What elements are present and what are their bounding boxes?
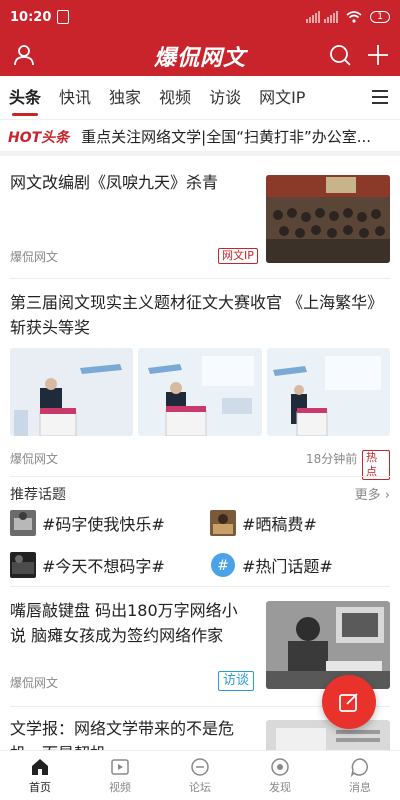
hot-tag: HOT头条 xyxy=(8,129,70,146)
news-source: 爆侃网文 xyxy=(10,676,59,690)
discover-icon xyxy=(271,757,289,776)
home-icon xyxy=(32,758,48,775)
wifi-icon xyxy=(346,11,362,23)
divider xyxy=(10,278,390,279)
chevron-right-icon: › xyxy=(384,488,390,503)
nav-label: 消息 xyxy=(349,780,371,794)
news-badge: 访谈 xyxy=(218,671,255,691)
svg-text:#: # xyxy=(217,558,229,574)
divider xyxy=(10,586,390,587)
signal-icon xyxy=(306,11,339,23)
tab-headlines[interactable]: 头条 xyxy=(0,76,50,120)
topics-more-link[interactable]: 更多 › xyxy=(355,484,390,503)
topic-item[interactable]: #晒稿费# xyxy=(210,510,317,536)
compose-button[interactable] xyxy=(322,675,376,729)
news-source: 爆侃网文 xyxy=(10,452,59,466)
tab-video[interactable]: 视频 xyxy=(150,76,200,120)
nav-label: 首页 xyxy=(29,780,51,794)
hot-headline-bar[interactable]: HOT头条 重点关注网络文学|全国“扫黄打非”办公室... xyxy=(0,122,400,156)
video-icon xyxy=(111,758,129,775)
tab-flash-news[interactable]: 快讯 xyxy=(50,76,100,120)
news-title: 网文改编剧《凤唳九天》杀青 xyxy=(10,173,219,192)
tab-exclusive[interactable]: 独家 xyxy=(100,76,150,120)
status-time: 10:20 xyxy=(10,9,52,25)
topics-more-label: 更多 xyxy=(354,488,381,503)
edit-icon xyxy=(339,693,358,712)
recommended-topics: 推荐话题 更多 › #码字使我快乐# #晒稿费# #今天不想码字# # #热门话… xyxy=(0,480,400,588)
news-thumbnail xyxy=(266,175,390,263)
topic-label: #码字使我快乐# xyxy=(42,515,165,534)
hashtag-icon: # xyxy=(211,553,235,577)
category-tabs: 头条 快讯 独家 视频 访谈 网文IP xyxy=(0,76,400,120)
nav-discover[interactable]: 发现 xyxy=(240,751,320,800)
nav-label: 视频 xyxy=(109,780,131,794)
news-item[interactable]: 第三届阅文现实主义题材征文大赛收官 《上海繁华》斩获头等奖 爆侃网文 18分钟前… xyxy=(10,290,390,480)
nav-label: 论坛 xyxy=(189,780,211,794)
notification-icon xyxy=(57,10,70,24)
news-time: 18分钟前 xyxy=(306,452,358,466)
nav-forum[interactable]: 论坛 xyxy=(160,751,240,800)
news-badge: 网文IP xyxy=(218,248,258,264)
tab-interview[interactable]: 访谈 xyxy=(200,76,250,120)
menu-icon[interactable] xyxy=(372,90,388,104)
topic-thumbnail xyxy=(10,552,36,578)
nav-home[interactable]: 首页 xyxy=(0,751,80,800)
nav-messages[interactable]: 消息 xyxy=(320,751,400,800)
bottom-navigation: 首页 视频 论坛 发现 消息 xyxy=(0,750,400,800)
search-icon[interactable] xyxy=(328,43,352,67)
topic-item[interactable]: #码字使我快乐# xyxy=(10,510,165,536)
divider xyxy=(10,476,390,477)
topic-label: #今天不想码字# xyxy=(42,557,165,576)
news-title: 嘴唇敲键盘 码出180万字网络小说 脑瘫女孩成为签约网络作家 xyxy=(10,601,238,645)
topic-label: #热门话题# xyxy=(242,557,333,576)
battery-indicator: 1 xyxy=(370,11,390,23)
nav-video[interactable]: 视频 xyxy=(80,751,160,800)
app-header: 爆侃网文 xyxy=(0,34,400,76)
topic-label: #晒稿费# xyxy=(242,515,317,534)
news-thumbnail xyxy=(266,601,390,689)
news-thumbnail xyxy=(266,720,390,750)
news-image-3 xyxy=(267,348,390,436)
nav-label: 发现 xyxy=(269,780,291,794)
topic-thumbnail xyxy=(210,510,236,536)
topics-header: 推荐话题 xyxy=(10,487,66,503)
news-title: 第三届阅文现实主义题材征文大赛收官 《上海繁华》斩获头等奖 xyxy=(10,293,384,337)
status-bar: 10:20 1 xyxy=(0,0,400,34)
news-item[interactable]: 网文改编剧《凤唳九天》杀青 爆侃网文 网文IP xyxy=(10,170,390,270)
message-icon xyxy=(350,757,368,777)
news-image-1 xyxy=(10,348,133,436)
hot-headline-text[interactable]: 重点关注网络文学|全国“扫黄打非”办公室... xyxy=(81,126,371,147)
topic-item[interactable]: #今天不想码字# xyxy=(10,552,165,578)
add-icon[interactable] xyxy=(366,43,390,67)
forum-icon xyxy=(191,757,209,776)
news-image-2 xyxy=(138,348,262,436)
news-source: 爆侃网文 xyxy=(10,250,59,264)
news-title: 文学报：网络文学带来的不是危机，而是契机 xyxy=(10,719,235,750)
topic-thumbnail xyxy=(10,510,36,536)
tab-web-ip[interactable]: 网文IP xyxy=(250,76,314,120)
topic-item[interactable]: # #热门话题# xyxy=(210,552,333,578)
